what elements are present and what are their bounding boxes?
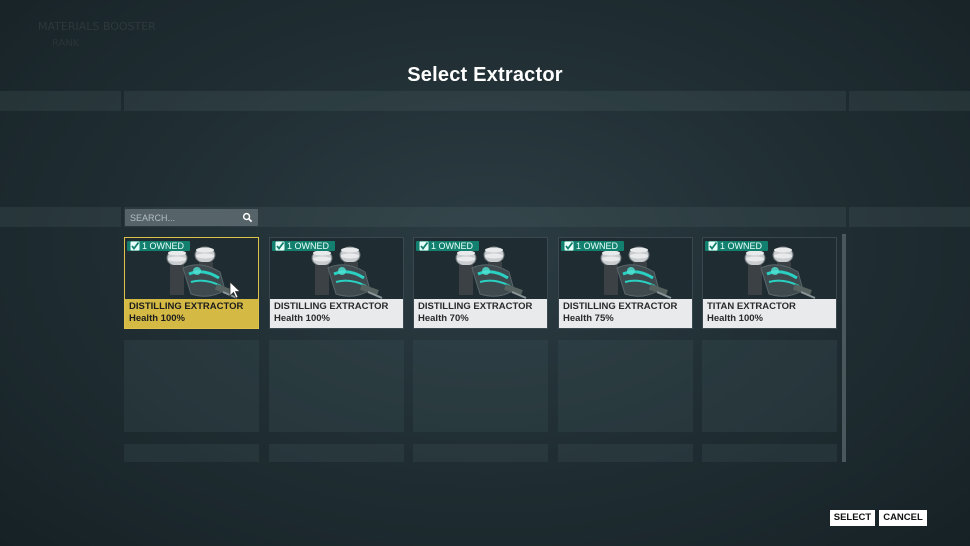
item-health: Health 100%: [129, 313, 185, 324]
item-name: DISTILLING EXTRACTOR: [129, 301, 244, 312]
extractor-card[interactable]: 1 OWNED TITAN EXTRACTOR Health 100%: [702, 237, 837, 329]
empty-slot: [558, 340, 693, 432]
top-band-left: [0, 91, 121, 111]
empty-slot: [124, 340, 259, 432]
extractor-card[interactable]: 1 OWNED DISTILLING EXTRACTOR Health 70%: [413, 237, 548, 329]
search-field[interactable]: [125, 209, 258, 226]
extractor-card[interactable]: 1 OWNED DISTILLING EXTRACTOR Health 100%: [269, 237, 404, 329]
search-icon[interactable]: [242, 212, 253, 223]
item-health: Health 75%: [563, 313, 614, 324]
search-input[interactable]: [125, 209, 235, 226]
preview-area: [124, 111, 846, 207]
search-band-right: [849, 207, 970, 227]
empty-slot: [702, 340, 837, 432]
item-name: DISTILLING EXTRACTOR: [418, 301, 533, 312]
item-name: DISTILLING EXTRACTOR: [563, 301, 678, 312]
scrollbar[interactable]: [842, 234, 846, 462]
owned-badge: 1 OWNED: [705, 241, 769, 251]
item-name: DISTILLING EXTRACTOR: [274, 301, 389, 312]
item-label: DISTILLING EXTRACTOR Health 70%: [414, 299, 547, 328]
empty-slot: [124, 444, 259, 462]
item-health: Health 100%: [274, 313, 330, 324]
item-label: DISTILLING EXTRACTOR Health 100%: [125, 299, 258, 328]
mouse-cursor-icon: [229, 281, 241, 299]
top-band-main: [124, 91, 846, 111]
faint-heading: MATERIALS BOOSTER: [38, 20, 156, 33]
checkmark-icon: [130, 241, 140, 251]
item-label: DISTILLING EXTRACTOR Health 75%: [559, 299, 692, 328]
owned-count: 1 OWNED: [287, 241, 330, 251]
item-label: TITAN EXTRACTOR Health 100%: [703, 299, 836, 328]
owned-badge: 1 OWNED: [416, 241, 480, 251]
item-label: DISTILLING EXTRACTOR Health 100%: [270, 299, 403, 328]
cancel-button[interactable]: CANCEL: [879, 510, 927, 526]
faint-subheading: RANK: [52, 38, 80, 49]
owned-count: 1 OWNED: [142, 241, 185, 251]
owned-count: 1 OWNED: [720, 241, 763, 251]
page-title: Select Extractor: [407, 64, 563, 86]
checkmark-icon: [708, 241, 718, 251]
item-name: TITAN EXTRACTOR: [707, 301, 796, 312]
empty-slot: [413, 444, 548, 462]
empty-slot: [702, 444, 837, 462]
extractor-card[interactable]: 1 OWNED DISTILLING EXTRACTOR Health 75%: [558, 237, 693, 329]
owned-count: 1 OWNED: [576, 241, 619, 251]
item-health: Health 100%: [707, 313, 763, 324]
empty-slot: [269, 444, 404, 462]
owned-count: 1 OWNED: [431, 241, 474, 251]
checkmark-icon: [275, 241, 285, 251]
owned-badge: 1 OWNED: [127, 241, 191, 251]
checkmark-icon: [564, 241, 574, 251]
empty-slot: [269, 340, 404, 432]
empty-slot: [413, 340, 548, 432]
search-band-left: [0, 207, 121, 227]
item-health: Health 70%: [418, 313, 469, 324]
select-button[interactable]: SELECT: [830, 510, 875, 526]
owned-badge: 1 OWNED: [561, 241, 625, 251]
owned-badge: 1 OWNED: [272, 241, 336, 251]
empty-slot: [558, 444, 693, 462]
checkmark-icon: [419, 241, 429, 251]
top-band-right: [849, 91, 970, 111]
